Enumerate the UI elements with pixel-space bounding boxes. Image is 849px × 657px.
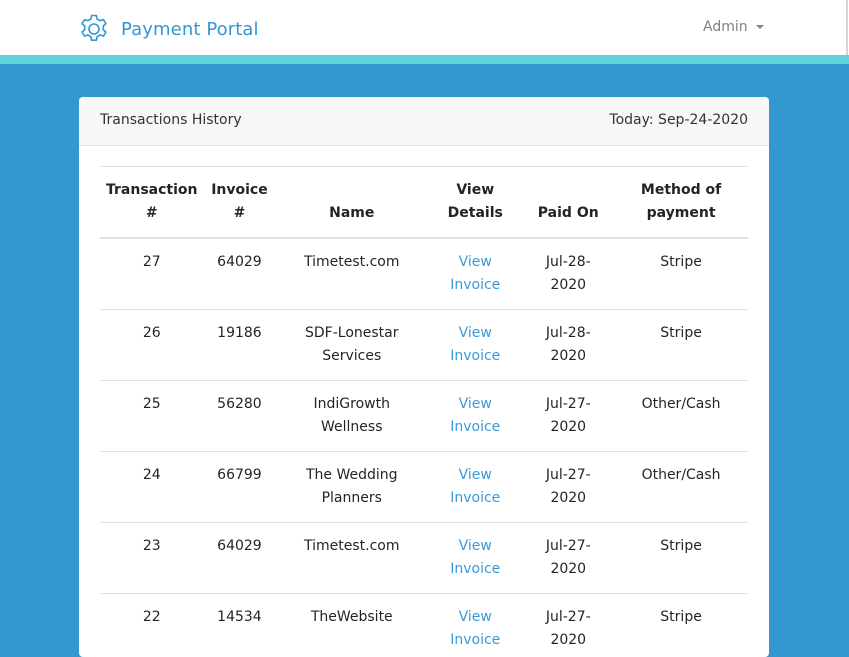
view-invoice-link[interactable]: ViewInvoice	[450, 467, 500, 506]
customer-name: Timetest.com	[275, 238, 428, 310]
brand-name: Payment Portal	[121, 19, 259, 40]
header-paid-on: Paid On	[522, 167, 614, 239]
table-row: 24 66799 The WeddingPlanners ViewInvoice…	[100, 452, 748, 523]
invoice-number: 56280	[204, 381, 276, 452]
chevron-down-icon	[756, 25, 764, 29]
paid-on-date: Jul-27-2020	[522, 381, 614, 452]
view-invoice-cell: ViewInvoice	[428, 594, 522, 657]
header-name: Name	[275, 167, 428, 239]
transaction-number: 24	[100, 452, 204, 523]
paid-on-date: Jul-28-2020	[522, 310, 614, 381]
table-row: 26 19186 SDF-LonestarServices ViewInvoic…	[100, 310, 748, 381]
header-invoice: Invoice#	[204, 167, 276, 239]
view-invoice-link[interactable]: ViewInvoice	[450, 609, 500, 648]
customer-name: Timetest.com	[275, 523, 428, 594]
transactions-card: Transactions History Today: Sep-24-2020 …	[79, 97, 769, 657]
transaction-number: 23	[100, 523, 204, 594]
payment-method: Stripe	[614, 238, 748, 310]
header-method: Method ofpayment	[614, 167, 748, 239]
paid-on-date: Jul-28-2020	[522, 238, 614, 310]
transaction-number: 25	[100, 381, 204, 452]
brand-link[interactable]: Payment Portal	[78, 13, 259, 45]
customer-name: SDF-LonestarServices	[275, 310, 428, 381]
transactions-table-wrapper: Transaction# Invoice# Name ViewDetails P…	[100, 166, 748, 657]
payment-method: Stripe	[614, 310, 748, 381]
gear-icon	[78, 13, 110, 45]
table-header-row: Transaction# Invoice# Name ViewDetails P…	[100, 167, 748, 239]
payment-method: Other/Cash	[614, 381, 748, 452]
table-row: 22 14534 TheWebsite ViewInvoice Jul-27-2…	[100, 594, 748, 657]
invoice-number: 66799	[204, 452, 276, 523]
header-transaction: Transaction#	[100, 167, 204, 239]
header-view-details: ViewDetails	[428, 167, 522, 239]
customer-name: TheWebsite	[275, 594, 428, 657]
today-date: Today: Sep-24-2020	[609, 112, 748, 128]
page-scrollbar[interactable]	[846, 0, 848, 55]
invoice-number: 64029	[204, 523, 276, 594]
transaction-number: 27	[100, 238, 204, 310]
view-invoice-link[interactable]: ViewInvoice	[450, 254, 500, 293]
table-row: 27 64029 Timetest.com ViewInvoice Jul-28…	[100, 238, 748, 310]
paid-on-date: Jul-27-2020	[522, 594, 614, 657]
table-row: 23 64029 Timetest.com ViewInvoice Jul-27…	[100, 523, 748, 594]
invoice-number: 64029	[204, 238, 276, 310]
invoice-number: 14534	[204, 594, 276, 657]
paid-on-date: Jul-27-2020	[522, 452, 614, 523]
card-header: Transactions History Today: Sep-24-2020	[79, 97, 769, 146]
view-invoice-link[interactable]: ViewInvoice	[450, 396, 500, 435]
view-invoice-cell: ViewInvoice	[428, 238, 522, 310]
view-invoice-cell: ViewInvoice	[428, 310, 522, 381]
transactions-table: Transaction# Invoice# Name ViewDetails P…	[100, 166, 748, 657]
view-invoice-cell: ViewInvoice	[428, 452, 522, 523]
customer-name: IndiGrowthWellness	[275, 381, 428, 452]
view-invoice-link[interactable]: ViewInvoice	[450, 325, 500, 364]
admin-user-dropdown[interactable]: Admin	[703, 17, 764, 37]
admin-label: Admin	[703, 19, 748, 35]
payment-method: Stripe	[614, 523, 748, 594]
payment-method: Other/Cash	[614, 452, 748, 523]
card-title: Transactions History	[100, 112, 242, 128]
customer-name: The WeddingPlanners	[275, 452, 428, 523]
view-invoice-cell: ViewInvoice	[428, 381, 522, 452]
view-invoice-cell: ViewInvoice	[428, 523, 522, 594]
top-navbar: Payment Portal Admin	[0, 0, 849, 55]
table-row: 25 56280 IndiGrowthWellness ViewInvoice …	[100, 381, 748, 452]
transaction-number: 22	[100, 594, 204, 657]
invoice-number: 19186	[204, 310, 276, 381]
paid-on-date: Jul-27-2020	[522, 523, 614, 594]
transaction-number: 26	[100, 310, 204, 381]
payment-method: Stripe	[614, 594, 748, 657]
view-invoice-link[interactable]: ViewInvoice	[450, 538, 500, 577]
accent-strip	[0, 55, 849, 64]
